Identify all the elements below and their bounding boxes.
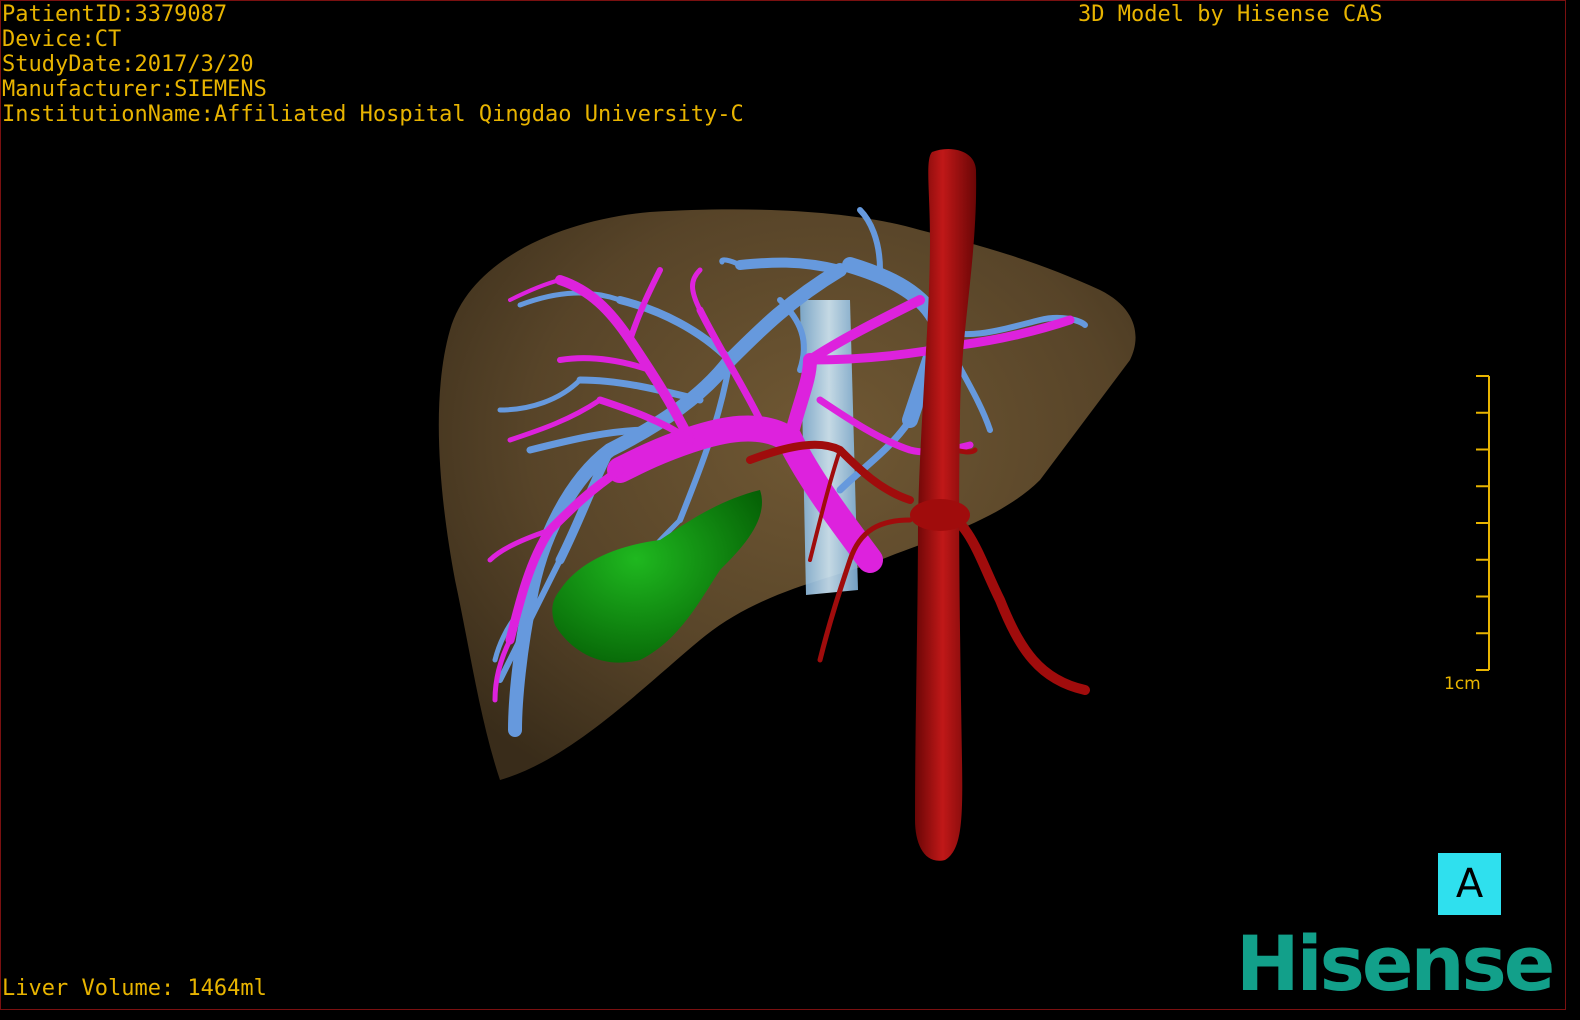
patient-info-overlay: PatientID:3379087 Device:CT StudyDate:20… [2, 2, 744, 127]
study-date-label: StudyDate:2017/3/20 [2, 52, 254, 77]
liver-3d-render [438, 149, 1136, 861]
manufacturer-label: Manufacturer:SIEMENS [2, 77, 267, 102]
patient-id-label: PatientID:3379087 [2, 2, 228, 27]
celiac-trunk [910, 499, 970, 531]
scale-bar [1476, 375, 1490, 671]
scale-label: 1cm [1444, 674, 1481, 694]
liver-surface [438, 209, 1136, 780]
liver-volume-label: Liver Volume: 1464ml [2, 976, 267, 1001]
view-orientation-badge[interactable]: A [1438, 853, 1501, 915]
institution-label: InstitutionName:Affiliated Hospital Qing… [2, 102, 744, 127]
3d-liver-model-viewport[interactable] [0, 0, 1566, 1010]
model-credit-label: 3D Model by Hisense CAS [1078, 2, 1383, 27]
device-label: Device:CT [2, 27, 122, 52]
hisense-logo: Hisense [1236, 919, 1555, 1008]
